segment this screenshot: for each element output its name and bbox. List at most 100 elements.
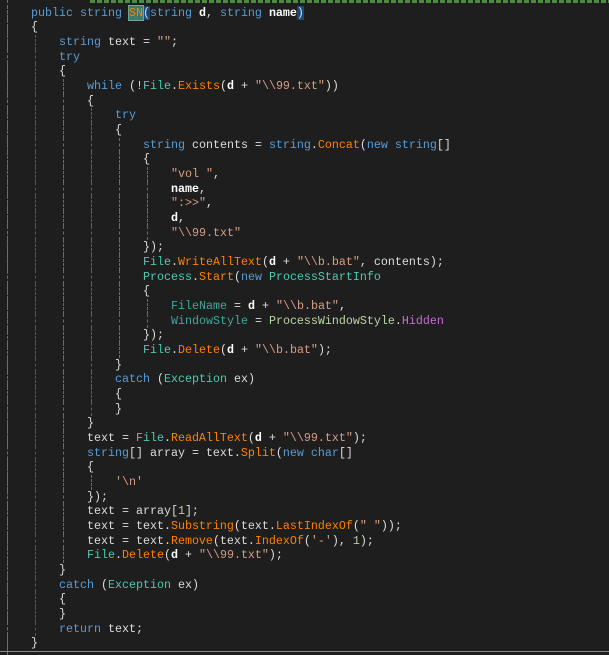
- code-line[interactable]: d,: [171, 211, 185, 226]
- code-token-kw: string: [79, 5, 122, 20]
- code-line[interactable]: public string SN(string d, string name): [31, 4, 304, 21]
- indent-guide: [91, 357, 92, 373]
- indent-guide: [119, 284, 120, 299]
- code-line[interactable]: text = text.Substring(text.LastIndexOf("…: [87, 519, 402, 534]
- code-editor[interactable]: public string SN(string d, string name){…: [0, 0, 609, 655]
- code-line[interactable]: });: [143, 328, 164, 343]
- code-token: (: [219, 343, 227, 357]
- code-line[interactable]: return text;: [59, 622, 143, 637]
- indent-guide: [91, 343, 92, 358]
- code-line[interactable]: catch (Exception ex): [59, 578, 199, 593]
- code-token: ,: [212, 166, 220, 181]
- indent-guide: [119, 313, 120, 329]
- indent-guide: [35, 489, 36, 505]
- code-line[interactable]: try: [59, 50, 80, 65]
- code-line[interactable]: });: [143, 240, 164, 255]
- code-token-method: Remove: [170, 533, 213, 548]
- code-line[interactable]: '\n': [115, 475, 143, 490]
- indent-guide: [35, 240, 36, 255]
- code-token: +: [233, 343, 255, 357]
- code-line[interactable]: "vol ",: [171, 167, 220, 182]
- code-line[interactable]: name,: [171, 182, 206, 197]
- code-line[interactable]: {: [59, 64, 66, 79]
- code-line[interactable]: catch (Exception ex): [115, 372, 255, 387]
- code-token: {: [143, 284, 150, 299]
- indent-guide: [63, 445, 64, 461]
- code-line[interactable]: }: [115, 402, 122, 417]
- code-line[interactable]: "\\99.txt": [171, 226, 241, 241]
- code-line[interactable]: FileName = d + "\\b.bat",: [171, 299, 346, 314]
- code-token-kw: string: [149, 5, 192, 20]
- code-line[interactable]: text = text.Remove(text.IndexOf('-'), 1)…: [87, 534, 374, 549]
- indent-guide: [63, 181, 64, 197]
- indent-guide: [35, 299, 36, 314]
- indent-guide: [35, 343, 36, 358]
- code-line[interactable]: File.Delete(d + "\\99.txt");: [87, 548, 283, 563]
- code-line[interactable]: }: [115, 358, 122, 373]
- indent-guide: [63, 504, 64, 520]
- code-line[interactable]: }: [59, 563, 66, 578]
- code-line[interactable]: }: [31, 636, 38, 651]
- code-line[interactable]: File.WriteAllText(d + "\\b.bat", content…: [143, 255, 444, 270]
- code-line[interactable]: {: [115, 387, 122, 402]
- code-token: +: [254, 299, 276, 313]
- code-token-prop: FileName: [171, 299, 227, 313]
- code-line[interactable]: {: [143, 284, 150, 299]
- code-token-method: Delete: [121, 548, 164, 563]
- indent-guide: [63, 122, 64, 138]
- code-token-num: 1: [177, 504, 185, 519]
- code-line[interactable]: string[] array = text.Split(new char[]: [87, 446, 353, 461]
- code-line[interactable]: WindowStyle = ProcessWindowStyle.Hidden: [171, 314, 444, 329]
- code-token-str: "\\b.bat": [275, 299, 339, 313]
- code-token-method: ReadAllText: [170, 431, 248, 446]
- indent-guide: [35, 269, 36, 285]
- code-line[interactable]: {: [87, 460, 94, 475]
- indent-guide: [63, 137, 64, 153]
- code-token: });: [143, 240, 164, 255]
- code-line[interactable]: });: [87, 490, 108, 505]
- code-line[interactable]: string text = "";: [59, 35, 178, 50]
- indent-guide: [119, 166, 120, 182]
- indent-guide: [91, 166, 92, 182]
- code-token-param: d: [254, 431, 262, 446]
- code-line[interactable]: try: [115, 108, 136, 123]
- code-line[interactable]: {: [115, 123, 122, 138]
- code-token-param: d: [170, 548, 178, 563]
- code-token-method: LastIndexOf: [275, 519, 353, 534]
- code-line[interactable]: text = File.ReadAllText(d + "\\99.txt");: [87, 431, 367, 446]
- code-line[interactable]: {: [31, 20, 38, 35]
- code-token: .: [170, 343, 178, 357]
- code-token: .: [170, 78, 178, 93]
- indent-guide: [63, 372, 64, 387]
- code-line[interactable]: {: [87, 94, 94, 109]
- indent-guide: [35, 431, 36, 446]
- indent-guide: [63, 166, 64, 182]
- code-token: ,: [178, 210, 185, 225]
- code-token-punct: ): [296, 5, 304, 20]
- indent-guide: [63, 548, 64, 564]
- code-line[interactable]: }: [87, 416, 94, 431]
- code-line[interactable]: }: [59, 607, 66, 622]
- code-token: {: [143, 152, 150, 167]
- code-line[interactable]: string contents = string.Concat(new stri…: [143, 138, 451, 153]
- code-token: }: [87, 416, 94, 431]
- code-line[interactable]: File.Delete(d + "\\b.bat");: [143, 343, 332, 358]
- indent-guide: [35, 387, 36, 402]
- code-line[interactable]: ":>>",: [171, 196, 213, 211]
- indent-guide: [147, 166, 148, 182]
- code-line[interactable]: while (!File.Exists(d + "\\99.txt")): [87, 79, 339, 94]
- code-token: });: [143, 328, 164, 343]
- code-line[interactable]: text = array[1];: [87, 504, 199, 519]
- code-line[interactable]: {: [143, 152, 150, 167]
- code-token: }: [59, 607, 66, 622]
- code-line[interactable]: {: [59, 592, 66, 607]
- code-token-param: d: [171, 210, 178, 225]
- code-line[interactable]: Process.Start(new ProcessStartInfo: [143, 270, 381, 285]
- code-token: text =: [87, 431, 136, 446]
- indent-guide: [35, 49, 36, 65]
- code-token-kw: new: [366, 137, 388, 152]
- indent-guide: [35, 196, 36, 211]
- code-token: );: [359, 533, 374, 548]
- code-token: ,: [338, 299, 346, 313]
- code-token-enumfield: Hidden: [401, 313, 444, 328]
